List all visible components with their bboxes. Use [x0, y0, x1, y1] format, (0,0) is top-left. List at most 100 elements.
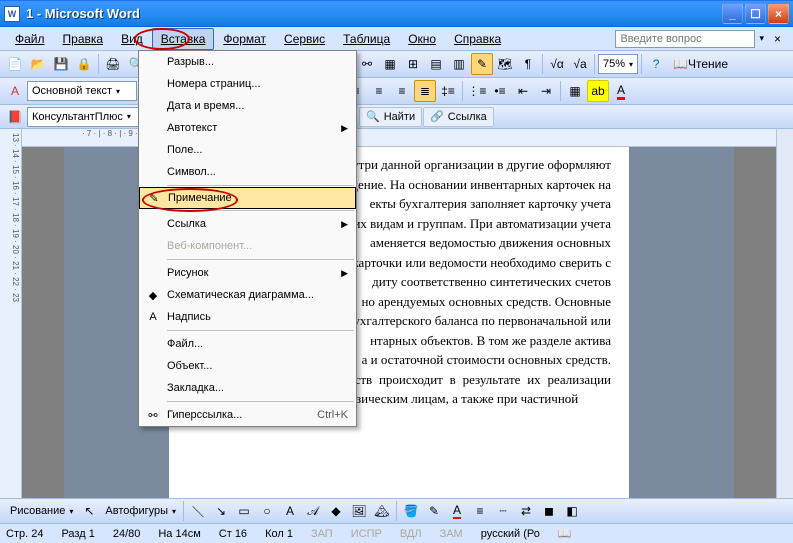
fill-color-button[interactable]: 🪣 — [400, 500, 422, 522]
menu-item-label: Надпись — [163, 311, 348, 323]
equation-a-button[interactable]: √a — [569, 53, 591, 75]
menu-window[interactable]: Окно — [399, 28, 445, 50]
status-rec[interactable]: ЗАП — [309, 528, 335, 540]
menu-item-объект[interactable]: Объект... — [139, 355, 356, 377]
open-button[interactable]: 📂 — [27, 53, 49, 75]
ask-question-input[interactable] — [615, 30, 755, 48]
plugin-toolbar: 📕 КонсультантПлюс▾ 🔍 Найти 🔗 Ссылка — [0, 105, 793, 129]
arrow-tool[interactable]: ↘ — [210, 500, 232, 522]
menu-item-автотекст[interactable]: Автотекст▶ — [139, 117, 356, 139]
menu-edit[interactable]: Правка — [54, 28, 113, 50]
status-line: Ст 16 — [217, 528, 249, 540]
save-button[interactable]: 💾 — [50, 53, 72, 75]
font-color-button[interactable]: A — [610, 80, 632, 102]
menu-item-примечание[interactable]: ✎Примечание — [139, 187, 356, 209]
help-button[interactable]: ? — [645, 53, 667, 75]
status-lang[interactable]: русский (Ро — [479, 528, 542, 540]
menu-format[interactable]: Формат — [214, 28, 275, 50]
menu-insert[interactable]: Вставка — [152, 28, 215, 50]
doc-close-button[interactable]: × — [768, 32, 787, 46]
hyperlink-button[interactable]: ⚯ — [356, 53, 378, 75]
drawing-toggle-button[interactable]: ✎ — [471, 53, 493, 75]
styles-pane-button[interactable]: A — [4, 80, 26, 102]
vertical-scrollbar[interactable] — [776, 129, 793, 498]
menu-item-гиперссылка[interactable]: ⚯Гиперссылка...Ctrl+K — [139, 404, 356, 426]
diagram-tool[interactable]: ◆ — [325, 500, 347, 522]
menu-item-дата-и-время[interactable]: Дата и время... — [139, 95, 356, 117]
plugin-combo[interactable]: КонсультантПлюс▾ — [27, 107, 147, 127]
align-justify-button[interactable]: ≣ — [414, 80, 436, 102]
arrow-style-button[interactable]: ⇄ — [515, 500, 537, 522]
menu-item-файл[interactable]: Файл... — [139, 333, 356, 355]
oval-tool[interactable]: ○ — [256, 500, 278, 522]
ask-dropdown-icon[interactable]: ▾ — [755, 33, 768, 44]
bullets-button[interactable]: •≡ — [489, 80, 511, 102]
menu-item-label: Поле... — [163, 144, 348, 156]
maximize-button[interactable]: ☐ — [745, 3, 766, 24]
draw-menu[interactable]: Рисование▾ — [6, 501, 77, 521]
status-book-icon[interactable]: 📖 — [556, 527, 574, 540]
menu-item-icon: ◆ — [143, 289, 163, 302]
menu-view[interactable]: Вид — [112, 28, 152, 50]
line-tool[interactable]: ＼ — [187, 500, 209, 522]
style-combo[interactable]: Основной текст▾ — [27, 81, 137, 101]
menu-item-рисунок[interactable]: Рисунок▶ — [139, 262, 356, 284]
numbering-button[interactable]: ⋮≡ — [466, 80, 488, 102]
close-button[interactable]: × — [768, 3, 789, 24]
status-col: Кол 1 — [263, 528, 295, 540]
menu-item-схематическая-диаграмма[interactable]: ◆Схематическая диаграмма... — [139, 284, 356, 306]
minimize-button[interactable]: _ — [722, 3, 743, 24]
menu-table[interactable]: Таблица — [334, 28, 399, 50]
zoom-combo[interactable]: 75%▾ — [598, 54, 638, 74]
align-right-button[interactable]: ≡ — [391, 80, 413, 102]
align-center-button[interactable]: ≡ — [368, 80, 390, 102]
new-doc-button[interactable]: 📄 — [4, 53, 26, 75]
shadow-button[interactable]: ◼ — [538, 500, 560, 522]
excel-button[interactable]: ▤ — [425, 53, 447, 75]
menu-file[interactable]: Файл — [6, 28, 54, 50]
find-button[interactable]: 🔍 Найти — [359, 107, 422, 127]
menu-item-закладка[interactable]: Закладка... — [139, 377, 356, 399]
status-page: Стр. 24 — [4, 528, 45, 540]
picture-tool[interactable]: 🏔 — [371, 500, 393, 522]
menu-item-номера-страниц[interactable]: Номера страниц... — [139, 73, 356, 95]
permission-button[interactable]: 🔒 — [73, 53, 95, 75]
line-spacing-button[interactable]: ‡≡ — [437, 80, 459, 102]
equation-alpha-button[interactable]: √α — [546, 53, 568, 75]
tables-borders-button[interactable]: ▦ — [379, 53, 401, 75]
status-trk[interactable]: ИСПР — [349, 528, 384, 540]
insert-menu-dropdown: Разрыв...Номера страниц...Дата и время..… — [138, 50, 357, 427]
font-color-draw-button[interactable]: A — [446, 500, 468, 522]
select-objects-button[interactable]: ↖ — [78, 500, 100, 522]
show-all-button[interactable]: ¶ — [517, 53, 539, 75]
rectangle-tool[interactable]: ▭ — [233, 500, 255, 522]
status-ovr[interactable]: ЗАМ — [438, 528, 465, 540]
menu-item-поле[interactable]: Поле... — [139, 139, 356, 161]
menu-item-надпись[interactable]: AНадпись — [139, 306, 356, 328]
status-ext[interactable]: ВДЛ — [398, 528, 424, 540]
print-button[interactable]: 🖨 — [102, 53, 124, 75]
autoshapes-menu[interactable]: Автофигуры▾ — [101, 501, 180, 521]
doc-map-button[interactable]: 🗺 — [494, 53, 516, 75]
link-button[interactable]: 🔗 Ссылка — [423, 107, 494, 127]
insert-table-button[interactable]: ⊞ — [402, 53, 424, 75]
borders-button[interactable]: ▦ — [564, 80, 586, 102]
reading-layout-button[interactable]: 📖 Чтение — [668, 53, 733, 75]
textbox-tool[interactable]: A — [279, 500, 301, 522]
menu-item-символ[interactable]: Символ... — [139, 161, 356, 183]
3d-button[interactable]: ◧ — [561, 500, 583, 522]
plugin-icon[interactable]: 📕 — [4, 106, 26, 128]
line-style-button[interactable]: ≡ — [469, 500, 491, 522]
menu-item-разрыв[interactable]: Разрыв... — [139, 51, 356, 73]
menu-tools[interactable]: Сервис — [275, 28, 334, 50]
line-color-button[interactable]: ✎ — [423, 500, 445, 522]
wordart-tool[interactable]: 𝒜 — [302, 500, 324, 522]
menu-help[interactable]: Справка — [445, 28, 510, 50]
highlight-button[interactable]: ab — [587, 80, 609, 102]
decrease-indent-button[interactable]: ⇤ — [512, 80, 534, 102]
increase-indent-button[interactable]: ⇥ — [535, 80, 557, 102]
columns-button[interactable]: ▥ — [448, 53, 470, 75]
menu-item-ссылка[interactable]: Ссылка▶ — [139, 213, 356, 235]
clipart-tool[interactable]: 🖼 — [348, 500, 370, 522]
dash-style-button[interactable]: ┈ — [492, 500, 514, 522]
